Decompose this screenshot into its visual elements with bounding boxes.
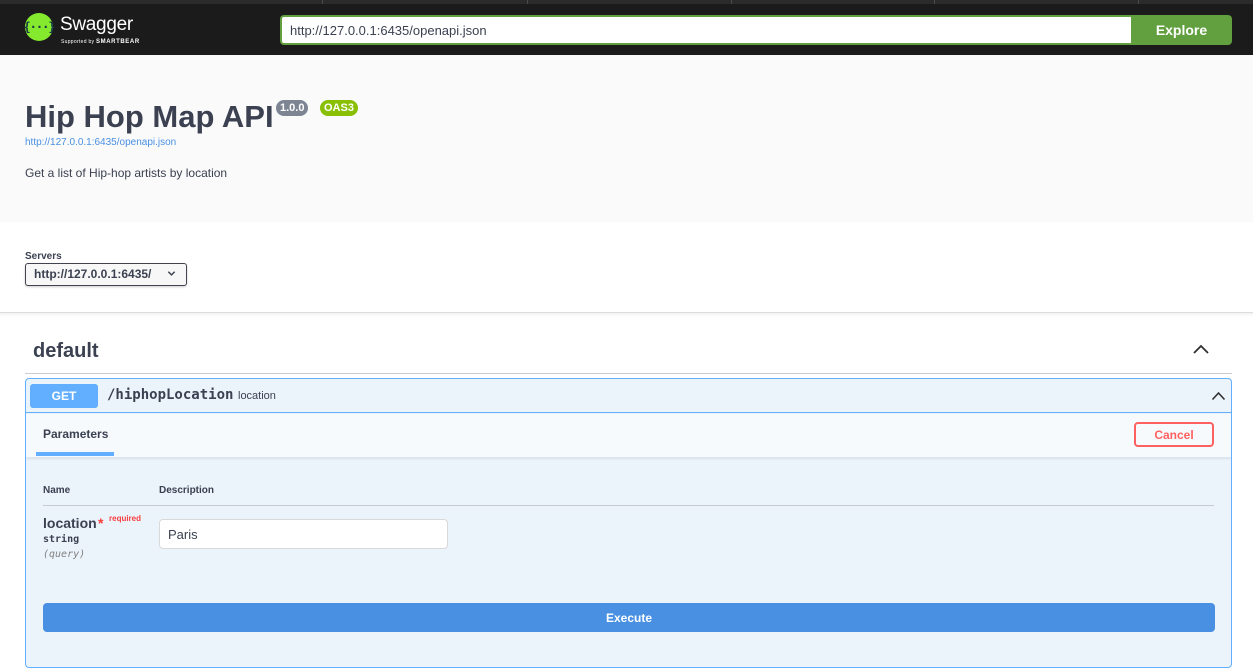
api-title: Hip Hop Map API — [25, 99, 274, 134]
operation-summary[interactable]: GET /hiphopLocation location — [26, 379, 1231, 413]
operation-collapse-chevron-icon[interactable] — [1211, 391, 1226, 401]
spec-url-input[interactable] — [280, 15, 1132, 45]
swagger-brand-name: Swagger — [60, 14, 133, 35]
column-header-divider — [43, 505, 1214, 506]
operation-block: GET /hiphopLocation location Parameters … — [25, 378, 1232, 668]
column-header-description: Description — [159, 485, 215, 496]
spec-link[interactable]: http://127.0.0.1:6435/openapi.json — [25, 137, 176, 148]
parameter-required-mark: * — [98, 515, 104, 531]
api-description: Get a list of Hip-hop artists by locatio… — [25, 166, 228, 180]
chevron-down-icon — [167, 271, 176, 276]
version-badge: 1.0.0 — [276, 100, 309, 116]
cancel-button[interactable]: Cancel — [1134, 422, 1214, 447]
section-divider-shadow — [0, 313, 1253, 317]
tab-parameters[interactable]: Parameters — [43, 427, 108, 441]
method-badge: GET — [30, 384, 98, 408]
topbar-strip — [0, 0, 1253, 4]
tag-title[interactable]: default — [33, 340, 99, 363]
info-section: Hip Hop Map API 1.0.0 OAS3 http://127.0.… — [0, 55, 1253, 222]
supported-prefix: Supported by — [61, 39, 95, 45]
column-header-name: Name — [43, 485, 71, 496]
tab-parameters-underline — [36, 452, 114, 456]
swagger-logo-icon: {···} — [23, 13, 56, 41]
location-input[interactable] — [159, 519, 448, 549]
parameter-required-label: required — [109, 514, 142, 523]
swagger-logo[interactable]: {···} Swagger Supported by SMARTBEAR — [23, 13, 155, 49]
explore-button[interactable]: Explore — [1131, 15, 1232, 45]
tag-collapse-chevron-icon[interactable] — [1192, 343, 1210, 355]
swagger-supported-by: Supported by SMARTBEAR — [61, 39, 140, 45]
smartbear-brand: SMARTBEAR — [96, 39, 140, 45]
servers-label: Servers — [25, 251, 62, 262]
parameter-name: location — [43, 515, 97, 531]
server-select-value: http://127.0.0.1:6435/ — [34, 267, 152, 281]
server-select[interactable]: http://127.0.0.1:6435/ — [25, 263, 187, 286]
topbar: {···} Swagger Supported by SMARTBEAR Exp… — [0, 0, 1253, 55]
oas-badge: OAS3 — [320, 100, 358, 116]
execute-button[interactable]: Execute — [43, 603, 1215, 632]
operation-path: /hiphopLocation — [107, 387, 234, 403]
tag-divider — [25, 373, 1232, 374]
operation-summary-text: location — [238, 390, 276, 402]
parameters-header: Parameters Cancel — [26, 414, 1231, 458]
parameter-type: string — [43, 534, 80, 545]
parameter-location: (query) — [43, 549, 86, 560]
